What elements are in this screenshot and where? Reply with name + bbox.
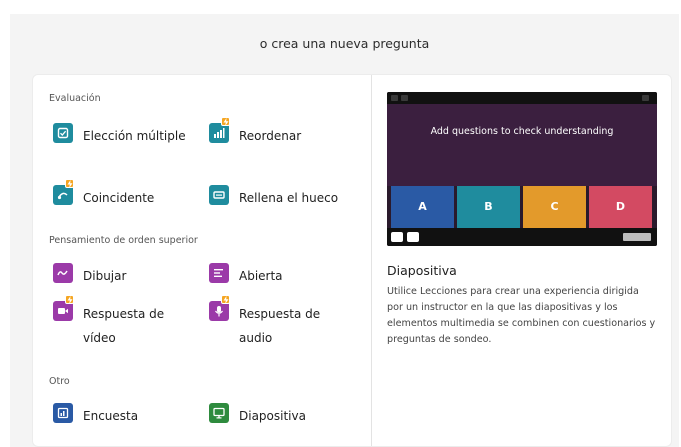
answer-tile-b: B <box>457 186 520 228</box>
option-dibujar[interactable]: Dibujar <box>53 263 203 287</box>
page-title: o crea una nueva pregunta <box>259 36 430 51</box>
question-type-panel: Evaluación Elección múltiple Reordenar C… <box>32 74 672 447</box>
toolbar-dot <box>642 95 649 101</box>
checkbox-icon <box>53 123 73 143</box>
video-icon <box>53 301 73 321</box>
lightning-icon <box>65 295 74 304</box>
option-respuesta-de-video[interactable]: Respuesta de vídeo <box>53 295 203 349</box>
lightning-icon <box>221 117 230 126</box>
section-label-otro: Otro <box>49 376 70 387</box>
microphone-icon <box>209 301 229 321</box>
preview-question-text: Add questions to check understanding <box>430 126 614 137</box>
preview-panel: Add questions to check understanding A B… <box>372 75 671 446</box>
option-reordenar[interactable]: Reordenar <box>209 117 359 147</box>
slide-preview: Add questions to check understanding A B… <box>387 92 657 246</box>
section-label-evaluacion: Evaluación <box>49 93 101 104</box>
question-type-list: Evaluación Elección múltiple Reordenar C… <box>33 75 371 446</box>
slide-icon <box>209 403 229 423</box>
option-coincidente[interactable]: Coincidente <box>53 179 203 209</box>
toolbar-dot <box>391 95 398 101</box>
option-label: Encuesta <box>83 409 139 423</box>
blank-field-icon <box>209 185 229 205</box>
option-eleccion-multiple[interactable]: Elección múltiple <box>53 123 203 163</box>
section-label-pensamiento: Pensamiento de orden superior <box>49 235 198 246</box>
option-label: Coincidente <box>83 191 155 205</box>
option-label: Respuesta de vídeo <box>83 307 165 345</box>
option-label: Dibujar <box>83 269 127 283</box>
option-label: Abierta <box>239 269 283 283</box>
option-encuesta[interactable]: Encuesta <box>53 403 203 427</box>
draw-icon <box>53 263 73 283</box>
answer-tile-c: C <box>523 186 586 228</box>
description-body: Utilice Lecciones para crear una experie… <box>387 286 656 345</box>
option-label: Diapositiva <box>239 409 306 423</box>
option-rellena-el-hueco[interactable]: Rellena el hueco <box>209 185 364 209</box>
preview-control <box>391 232 403 242</box>
preview-footer <box>387 228 657 246</box>
dialog-background: o crea una nueva pregunta Evaluación Ele… <box>10 14 679 447</box>
option-label: Rellena el hueco <box>239 191 339 205</box>
option-respuesta-de-audio[interactable]: Respuesta de audio <box>209 295 359 349</box>
preview-progress <box>623 233 651 241</box>
bar-chart-icon <box>209 123 229 143</box>
toolbar-dot <box>401 95 408 101</box>
option-label: Respuesta de audio <box>239 307 321 345</box>
poll-icon <box>53 403 73 423</box>
preview-control <box>407 232 419 242</box>
option-diapositiva[interactable]: Diapositiva <box>209 403 359 427</box>
preview-toolbar <box>387 92 657 104</box>
answer-tile-d: D <box>589 186 652 228</box>
option-label: Elección múltiple <box>83 129 186 143</box>
preview-question-area <box>387 104 657 186</box>
option-abierta[interactable]: Abierta <box>209 263 359 287</box>
description-title: Diapositiva <box>387 263 457 278</box>
preview-answer-tiles: A B C D <box>391 186 653 228</box>
open-text-icon <box>209 263 229 283</box>
lightning-icon <box>221 295 230 304</box>
option-label: Reordenar <box>239 129 302 143</box>
answer-tile-a: A <box>391 186 454 228</box>
match-icon <box>53 185 73 205</box>
lightning-icon <box>65 179 74 188</box>
